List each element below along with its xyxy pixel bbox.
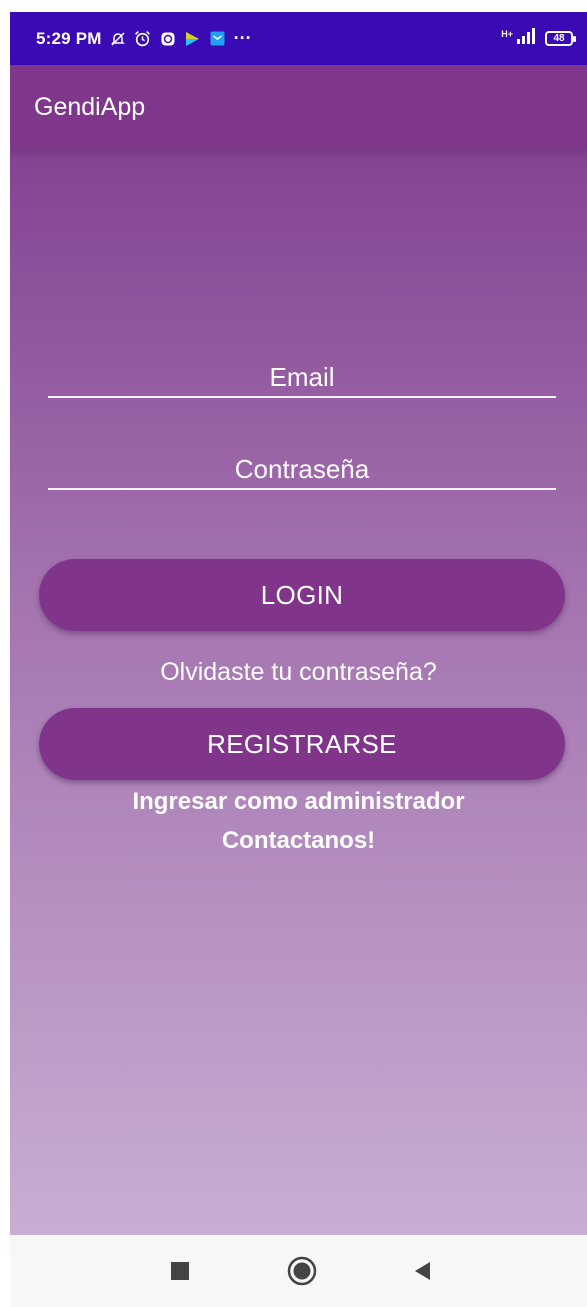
recents-button[interactable]	[164, 1255, 196, 1287]
play-icon	[184, 30, 202, 48]
app-icon	[159, 30, 177, 48]
login-button[interactable]: LOGIN	[39, 559, 565, 631]
register-button[interactable]: REGISTRARSE	[39, 708, 565, 780]
home-button[interactable]	[286, 1255, 318, 1287]
battery-icon: 48	[545, 31, 576, 46]
more-icon: ···	[233, 28, 252, 48]
password-placeholder: Contraseña	[234, 454, 370, 484]
home-icon	[287, 1256, 317, 1286]
main-content: GendiApp Email Contraseña LOGIN Olvidast…	[10, 65, 587, 1235]
register-button-label: REGISTRARSE	[207, 728, 397, 759]
back-icon	[415, 1262, 430, 1280]
email-field[interactable]: Email	[48, 358, 556, 398]
alarm-icon	[134, 30, 152, 48]
admin-login-link[interactable]: Ingresar como administrador	[10, 788, 587, 816]
message-icon	[209, 30, 227, 48]
network-type-label: H+	[501, 28, 513, 39]
battery-level: 48	[553, 33, 565, 44]
app-title: GendiApp	[34, 93, 146, 121]
status-bar: 5:29 PM ··· H+ 48	[10, 12, 587, 65]
forgot-password-link[interactable]: Olvidaste tu contraseña?	[10, 658, 587, 687]
status-time: 5:29 PM	[36, 28, 102, 48]
recents-icon	[171, 1262, 189, 1280]
navigation-bar	[10, 1235, 587, 1307]
notifications-off-icon	[109, 30, 127, 48]
status-left: 5:29 PM ···	[36, 28, 252, 49]
signal-icon	[515, 28, 537, 49]
status-right: H+ 48	[501, 12, 576, 65]
contact-link[interactable]: Contactanos!	[10, 827, 587, 855]
phone-screen: 5:29 PM ··· H+ 48 GendiApp Email Contras…	[10, 12, 587, 1307]
back-button[interactable]	[406, 1255, 438, 1287]
login-button-label: LOGIN	[260, 579, 344, 610]
password-field[interactable]: Contraseña	[48, 450, 556, 490]
email-placeholder: Email	[269, 362, 335, 392]
app-bar: GendiApp	[10, 65, 587, 150]
